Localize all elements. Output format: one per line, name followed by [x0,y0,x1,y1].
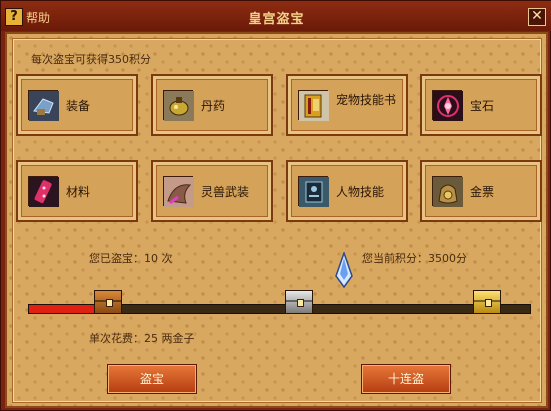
current-points: 您当前积分：3500分 [362,252,467,265]
category-gem[interactable]: 宝石 [420,74,542,136]
bronze-chest-icon[interactable] [94,290,122,314]
category-gold-ticket[interactable]: 金票 [420,160,542,222]
silver-chest-icon[interactable] [285,290,313,314]
title-bar: ? 帮助 皇宫盗宝 ✕ [1,1,551,31]
category-label: 材料 [66,185,91,199]
spirit-beast-armor-icon [163,176,194,207]
category-label: 宝石 [470,99,495,113]
mine-ten-button[interactable]: 十连盗 [361,364,451,394]
main-panel: 每次盗宝可获得350积分 装备 丹药 宠物技能书 宝石 材料 灵兽武装 人物技能… [5,32,548,408]
cost-per-mine: 单次花费：25 两金子 [89,332,195,345]
window-title: 皇宫盗宝 [248,12,305,27]
treasure-window: ? 帮助 皇宫盗宝 ✕ 每次盗宝可获得350积分 装备 丹药 宠物技能书 宝石 … [0,0,551,411]
category-material[interactable]: 材料 [16,160,138,222]
category-label: 金票 [470,185,495,199]
category-label: 装备 [66,99,91,113]
mine-button[interactable]: 盗宝 [107,364,197,394]
gem-icon [432,90,463,121]
category-pet-skill-book[interactable]: 宠物技能书 [286,74,408,136]
category-label: 丹药 [201,99,226,113]
category-character-skill[interactable]: 人物技能 [286,160,408,222]
equipment-icon [28,90,59,121]
pet-skill-book-icon [298,90,329,121]
category-label: 宠物技能书 [336,93,397,107]
mined-count: 您已盗宝：10 次 [89,252,173,265]
progress-marker-icon [335,252,353,288]
character-skill-icon [298,176,329,207]
progress-fill [29,305,100,313]
material-icon [28,176,59,207]
category-equipment[interactable]: 装备 [16,74,138,136]
category-label: 灵兽武装 [201,185,250,199]
close-button[interactable]: ✕ [528,8,546,26]
points-per-mine-note: 每次盗宝可获得350积分 [31,53,151,66]
elixir-icon [163,90,194,121]
gold-ticket-icon [432,176,463,207]
category-elixir[interactable]: 丹药 [151,74,273,136]
category-spirit-beast-armor[interactable]: 灵兽武装 [151,160,273,222]
gold-chest-icon[interactable] [473,290,501,314]
category-label: 人物技能 [336,185,385,199]
